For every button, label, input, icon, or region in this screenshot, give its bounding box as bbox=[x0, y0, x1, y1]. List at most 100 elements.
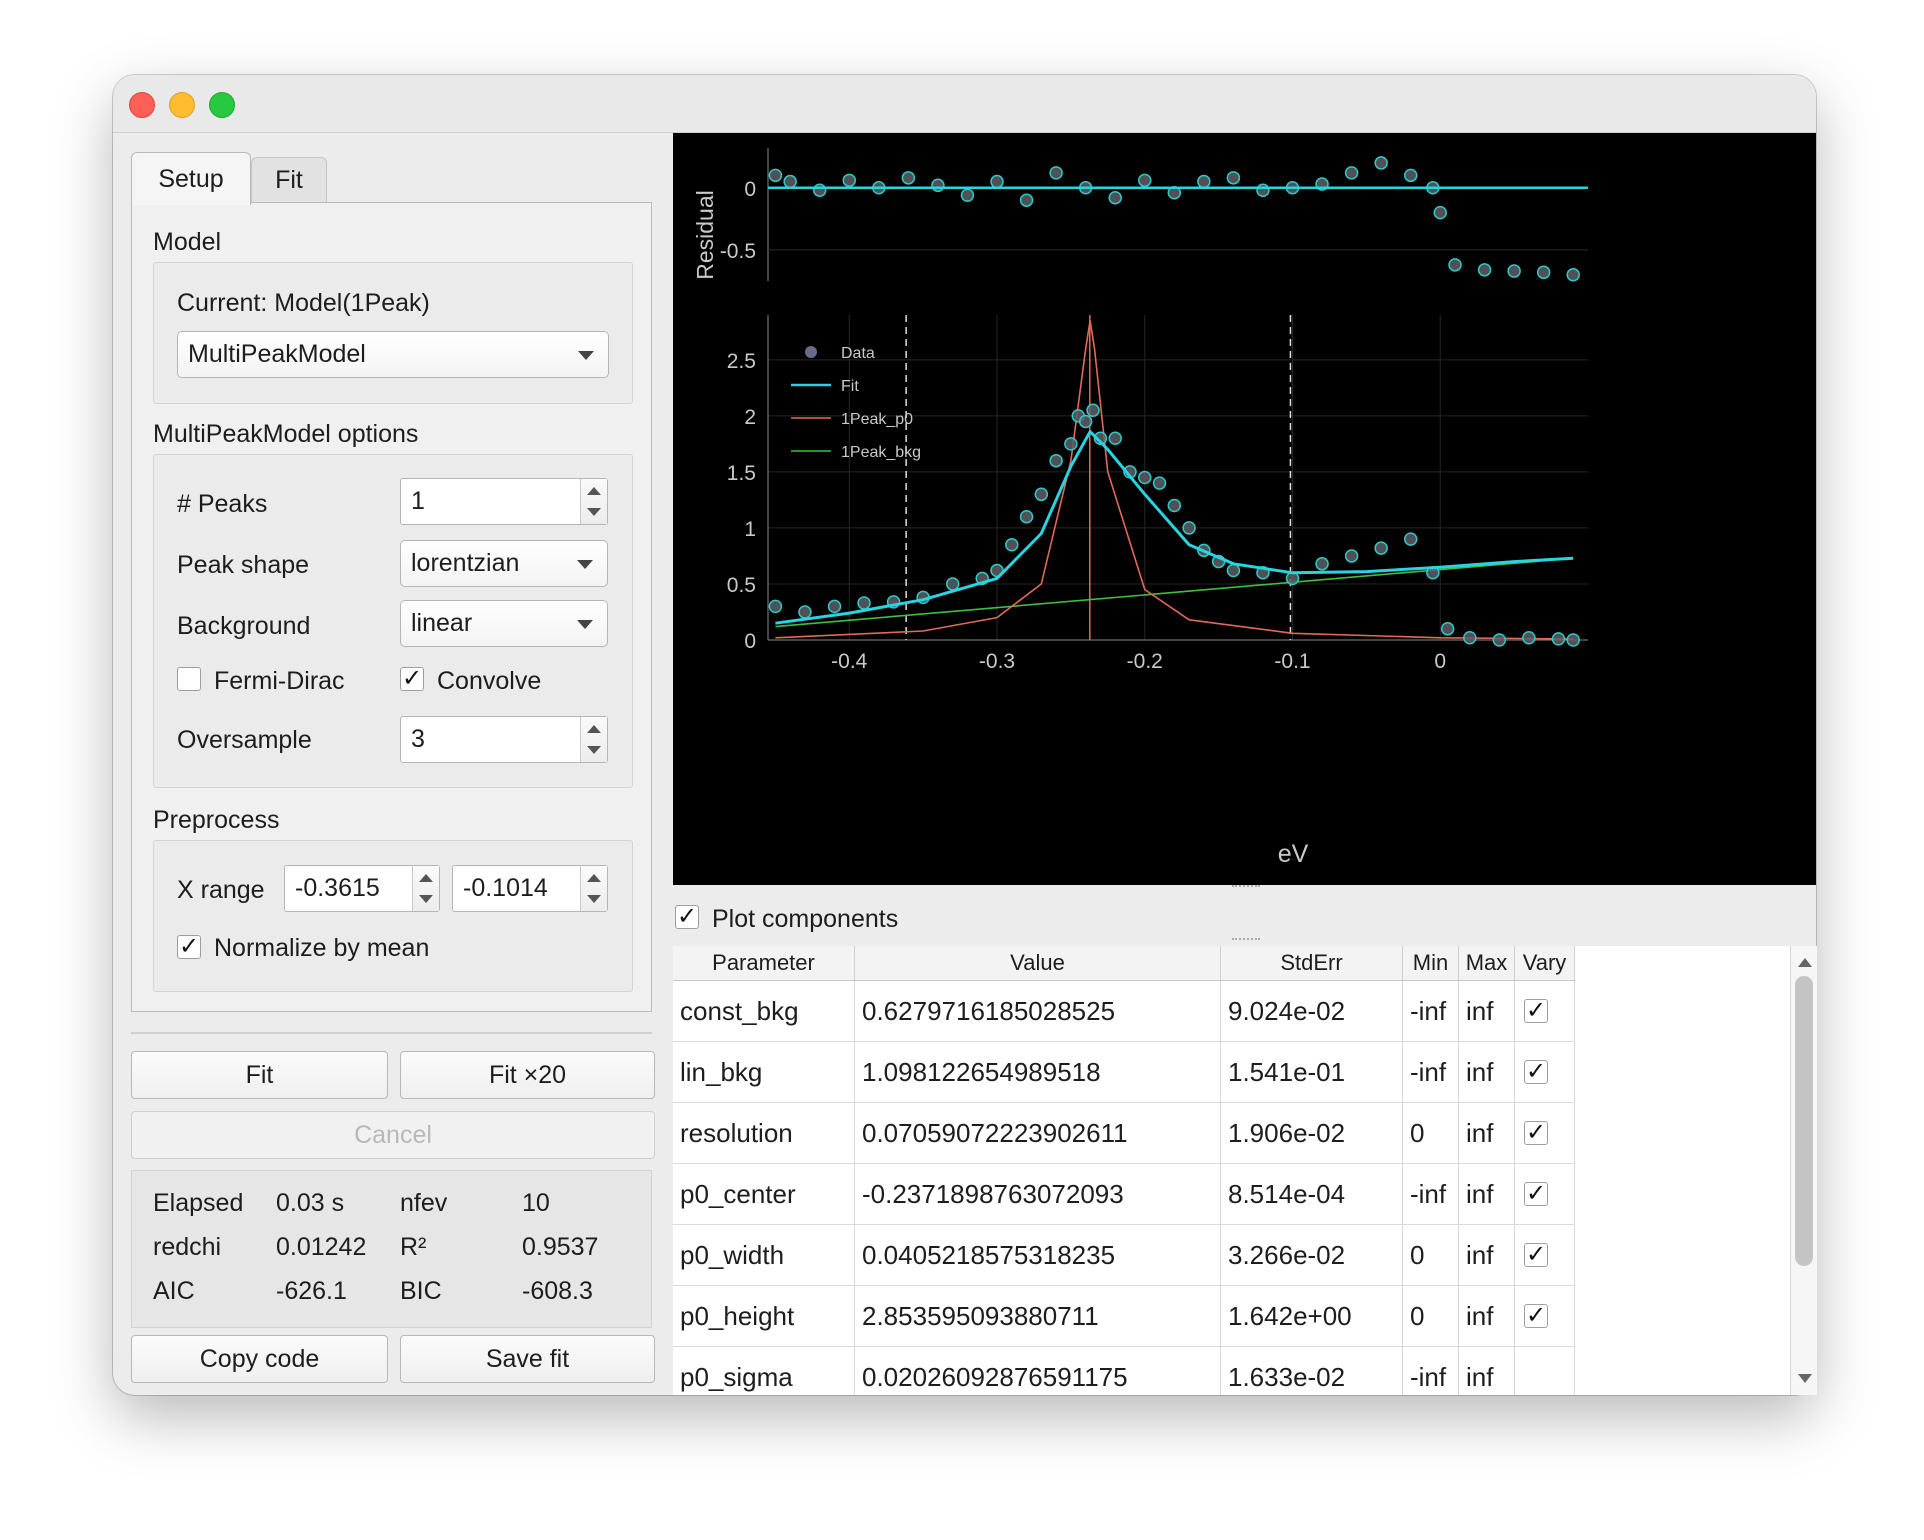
vary-checkbox[interactable]: ✓ bbox=[1524, 1060, 1548, 1084]
main-y-tick-label: 1 bbox=[744, 518, 756, 541]
peaks-stepper[interactable] bbox=[580, 479, 607, 524]
peak-shape-select[interactable]: lorentzian bbox=[400, 540, 608, 587]
vary-checkbox[interactable]: ✓ bbox=[1524, 999, 1548, 1023]
splitter-handle-2[interactable] bbox=[1232, 938, 1260, 944]
param-cell: p0_width bbox=[673, 1225, 855, 1285]
max-cell[interactable]: inf bbox=[1459, 1225, 1515, 1285]
table-row[interactable]: p0_sigma 0.02026092876591175 1.633e-02 -inf… bbox=[673, 1347, 1575, 1395]
parameters-table[interactable]: Parameter Value StdErr Min Max Vary cons… bbox=[673, 946, 1790, 1395]
param-cell: resolution bbox=[673, 1103, 855, 1163]
min-cell[interactable]: 0 bbox=[1403, 1286, 1459, 1346]
fit-x20-button[interactable]: Fit ×20 bbox=[400, 1051, 655, 1099]
min-cell[interactable]: -inf bbox=[1403, 1164, 1459, 1224]
value-cell[interactable]: 2.853595093880711 bbox=[855, 1286, 1221, 1346]
table-row[interactable]: resolution 0.07059072223902611 1.906e-02 0 i… bbox=[673, 1103, 1575, 1164]
stderr-cell[interactable]: 1.642e+00 bbox=[1221, 1286, 1403, 1346]
table-scrollbar[interactable] bbox=[1790, 946, 1817, 1395]
value-cell[interactable]: 0.0405218575318235 bbox=[855, 1225, 1221, 1285]
stderr-cell[interactable]: 3.266e-02 bbox=[1221, 1225, 1403, 1285]
tab-fit[interactable]: Fit bbox=[251, 157, 327, 202]
table-row[interactable]: p0_center -0.2371898763072093 8.514e-04 -in… bbox=[673, 1164, 1575, 1225]
col-stderr[interactable]: StdErr bbox=[1221, 946, 1403, 980]
close-window-button[interactable] bbox=[129, 92, 155, 118]
scroll-down-icon[interactable] bbox=[1798, 1374, 1812, 1383]
xrange-max-spinbox[interactable]: -0.1014 bbox=[452, 865, 608, 912]
min-cell[interactable]: 0 bbox=[1403, 1103, 1459, 1163]
convolve-checkbox[interactable]: ✓ bbox=[400, 667, 424, 691]
normalize-checkbox[interactable]: ✓ bbox=[177, 935, 201, 959]
col-max[interactable]: Max bbox=[1459, 946, 1515, 980]
max-cell[interactable]: inf bbox=[1459, 1347, 1515, 1395]
residual-point bbox=[931, 178, 945, 193]
stderr-cell[interactable]: 1.906e-02 bbox=[1221, 1103, 1403, 1163]
main-y-tick-label: 1.5 bbox=[727, 462, 756, 485]
xrange-max-stepper[interactable] bbox=[580, 866, 607, 911]
minimize-window-button[interactable] bbox=[169, 92, 195, 118]
max-cell[interactable]: inf bbox=[1459, 1042, 1515, 1102]
data-point bbox=[1374, 541, 1388, 555]
plot-area[interactable]: Residual eV 0 -0.5 0 0.5 1 1.5 2 2.5 -0.4 -0.3 -0.… bbox=[673, 133, 1816, 885]
oversample-stepper[interactable] bbox=[580, 717, 607, 762]
plot-canvas[interactable]: Residual eV 0 -0.5 0 0.5 1 1.5 2 2.5 -0.4 -0.3 -0.… bbox=[673, 133, 1816, 885]
max-cell[interactable]: inf bbox=[1459, 1164, 1515, 1224]
col-min[interactable]: Min bbox=[1403, 946, 1459, 980]
max-cell[interactable]: inf bbox=[1459, 1103, 1515, 1163]
residual-point bbox=[812, 183, 827, 198]
min-cell[interactable]: -inf bbox=[1403, 1347, 1459, 1395]
model-select[interactable]: MultiPeakModel bbox=[177, 331, 609, 378]
vary-checkbox[interactable]: ✓ bbox=[1524, 1121, 1548, 1145]
stderr-cell[interactable]: 8.514e-04 bbox=[1221, 1164, 1403, 1224]
fermi-dirac-label: Fermi-Dirac bbox=[214, 667, 345, 695]
param-cell: p0_height bbox=[673, 1286, 855, 1346]
vary-checkbox[interactable]: ✓ bbox=[1524, 1304, 1548, 1328]
col-vary[interactable]: Vary bbox=[1515, 946, 1575, 980]
max-cell[interactable]: inf bbox=[1459, 1286, 1515, 1346]
xrange-min-value: -0.3615 bbox=[295, 874, 380, 902]
copy-code-button[interactable]: Copy code bbox=[131, 1335, 388, 1383]
value-cell[interactable]: 0.07059072223902611 bbox=[855, 1103, 1221, 1163]
legend-label-fit: Fit bbox=[841, 378, 859, 395]
vary-checkbox[interactable]: ✓ bbox=[1524, 1182, 1548, 1206]
stderr-cell[interactable]: 1.633e-02 bbox=[1221, 1347, 1403, 1395]
data-point bbox=[1152, 476, 1167, 490]
table-row[interactable]: lin_bkg 1.098122654989518 1.541e-01 -inf inf… bbox=[673, 1042, 1575, 1103]
vary-cell: ✓ bbox=[1515, 1164, 1575, 1224]
min-cell[interactable]: -inf bbox=[1403, 1042, 1459, 1102]
data-point bbox=[768, 599, 783, 614]
value-cell[interactable]: 0.02026092876591175 bbox=[855, 1347, 1221, 1395]
zoom-window-button[interactable] bbox=[209, 92, 235, 118]
data-point bbox=[1440, 622, 1455, 636]
fermi-dirac-checkbox[interactable] bbox=[177, 667, 201, 691]
value-cell[interactable]: -0.2371898763072093 bbox=[855, 1164, 1221, 1224]
fit-button[interactable]: Fit bbox=[131, 1051, 388, 1099]
xrange-min-stepper[interactable] bbox=[412, 866, 439, 911]
scrollbar-thumb[interactable] bbox=[1795, 976, 1813, 1266]
stderr-cell[interactable]: 1.541e-01 bbox=[1221, 1042, 1403, 1102]
oversample-spinbox[interactable]: 3 bbox=[400, 716, 608, 763]
table-row[interactable]: const_bkg 0.6279716185028525 9.024e-02 -inf… bbox=[673, 981, 1575, 1042]
col-parameter[interactable]: Parameter bbox=[673, 946, 855, 980]
vary-checkbox[interactable]: ✓ bbox=[1524, 1243, 1548, 1267]
min-cell[interactable]: 0 bbox=[1403, 1225, 1459, 1285]
value-cell[interactable]: 0.6279716185028525 bbox=[855, 981, 1221, 1041]
peak-shape-label: Peak shape bbox=[177, 551, 310, 579]
xrange-min-spinbox[interactable]: -0.3615 bbox=[284, 865, 440, 912]
col-value[interactable]: Value bbox=[855, 946, 1221, 980]
scroll-up-icon[interactable] bbox=[1798, 958, 1812, 967]
plot-components-checkbox[interactable]: ✓ bbox=[675, 905, 699, 929]
data-point bbox=[1566, 633, 1580, 647]
main-y-tick-label: 0 bbox=[744, 630, 756, 653]
background-select[interactable]: linear bbox=[400, 600, 608, 647]
splitter-handle[interactable] bbox=[1232, 885, 1260, 891]
arrow-down-icon bbox=[419, 895, 433, 903]
tab-setup[interactable]: Setup bbox=[131, 152, 251, 205]
max-cell[interactable]: inf bbox=[1459, 981, 1515, 1041]
value-cell[interactable]: 1.098122654989518 bbox=[855, 1042, 1221, 1102]
min-cell[interactable]: -inf bbox=[1403, 981, 1459, 1041]
save-fit-button[interactable]: Save fit bbox=[400, 1335, 655, 1383]
table-row[interactable]: p0_width 0.0405218575318235 3.266e-02 0 inf ✓ bbox=[673, 1225, 1575, 1286]
table-row[interactable]: p0_height 2.853595093880711 1.642e+00 0 inf ✓ bbox=[673, 1286, 1575, 1347]
stderr-cell[interactable]: 9.024e-02 bbox=[1221, 981, 1403, 1041]
peaks-spinbox[interactable]: 1 bbox=[400, 478, 608, 525]
cancel-button[interactable]: Cancel bbox=[131, 1111, 655, 1159]
